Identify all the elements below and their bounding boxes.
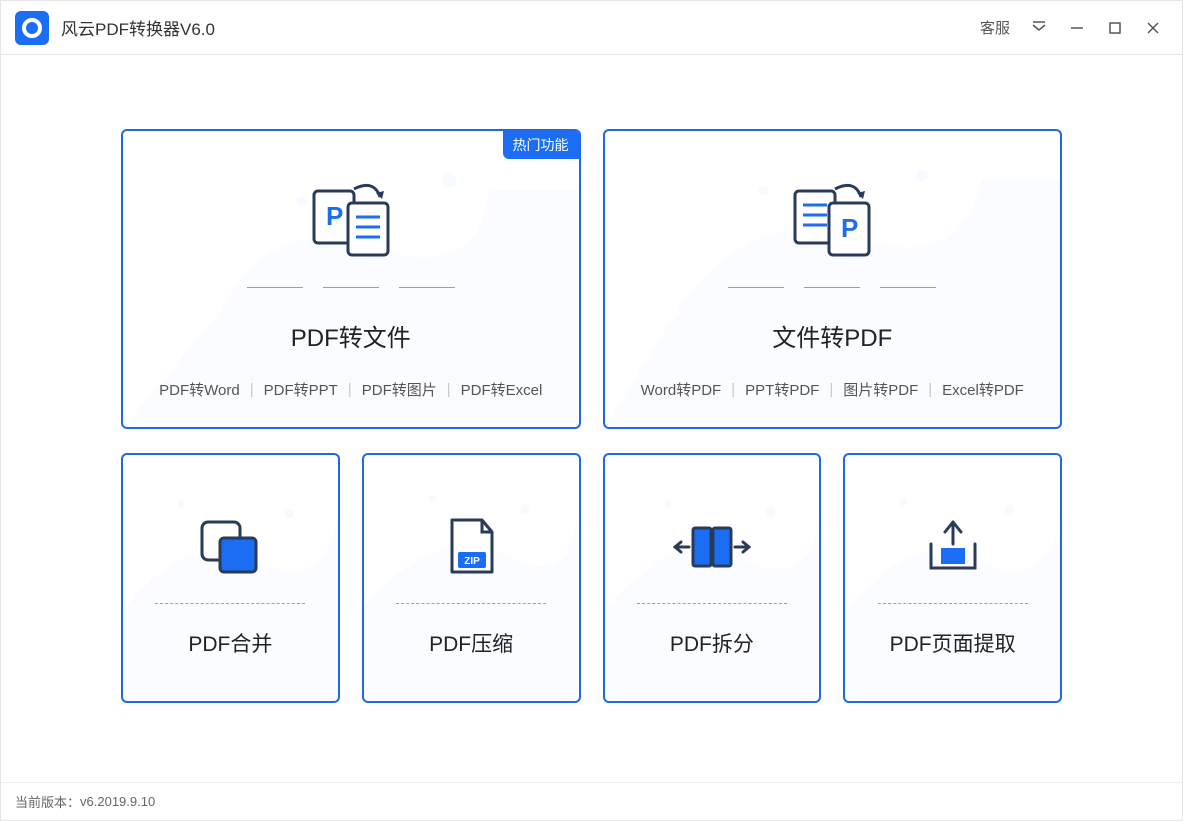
card-pdf-extract[interactable]: PDF页面提取 bbox=[843, 453, 1062, 703]
app-title: 风云PDF转换器V6.0 bbox=[61, 15, 215, 40]
pdf-to-file-icon: P bbox=[308, 179, 394, 269]
card-pdf-merge[interactable]: PDF合并 bbox=[121, 453, 340, 703]
file-to-pdf-icon: P bbox=[789, 179, 875, 269]
svg-text:ZIP: ZIP bbox=[464, 556, 480, 567]
card-title: PDF压缩 bbox=[429, 628, 513, 658]
card-pdf-compress[interactable]: ZIP PDF压缩 bbox=[362, 453, 581, 703]
card-title: 文件转PDF bbox=[772, 318, 892, 353]
hot-badge: 热门功能 bbox=[503, 131, 579, 159]
main-content: 热门功能 P PDF转文件 PDF转W bbox=[1, 55, 1182, 782]
compress-icon: ZIP bbox=[444, 509, 498, 585]
customer-service-button[interactable]: 客服 bbox=[980, 17, 1010, 38]
titlebar: 风云PDF转换器V6.0 客服 bbox=[1, 1, 1182, 55]
card-title: PDF合并 bbox=[188, 628, 272, 658]
card-sub-list: Word转PDF| PPT转PDF| 图片转PDF| Excel转PDF bbox=[641, 379, 1024, 400]
svg-text:P: P bbox=[841, 213, 858, 243]
version-label: 当前版本： bbox=[15, 792, 80, 811]
card-sub-list: PDF转Word| PDF转PPT| PDF转图片| PDF转Excel bbox=[159, 379, 542, 400]
app-logo bbox=[15, 11, 49, 45]
split-icon bbox=[673, 509, 751, 585]
footer: 当前版本： v6.2019.9.10 bbox=[1, 782, 1182, 820]
card-pdf-split[interactable]: PDF拆分 bbox=[603, 453, 822, 703]
close-button[interactable] bbox=[1144, 19, 1162, 37]
minimize-button[interactable] bbox=[1068, 19, 1086, 37]
dropdown-icon[interactable] bbox=[1030, 19, 1048, 37]
maximize-button[interactable] bbox=[1106, 19, 1124, 37]
svg-text:P: P bbox=[326, 201, 343, 231]
version-value: v6.2019.9.10 bbox=[80, 794, 155, 809]
card-pdf-to-file[interactable]: 热门功能 P PDF转文件 PDF转W bbox=[121, 129, 581, 429]
card-file-to-pdf[interactable]: P 文件转PDF Word转PDF| PPT转PDF| 图片转PDF| Exce… bbox=[603, 129, 1063, 429]
extract-icon bbox=[921, 509, 985, 585]
card-title: PDF拆分 bbox=[670, 628, 754, 658]
card-title: PDF转文件 bbox=[291, 318, 411, 353]
merge-icon bbox=[196, 509, 264, 585]
card-title: PDF页面提取 bbox=[890, 628, 1016, 658]
